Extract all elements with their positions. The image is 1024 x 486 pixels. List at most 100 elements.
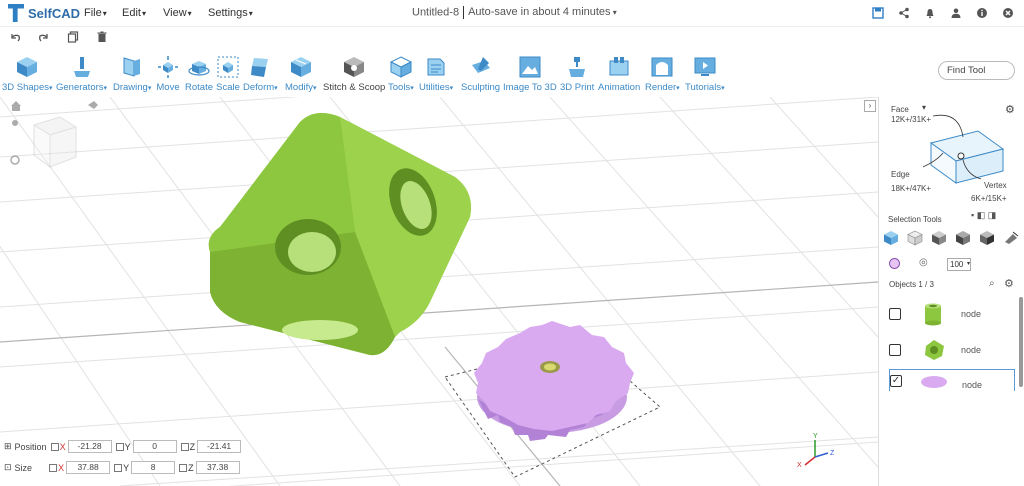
lock-z-checkbox[interactable] xyxy=(180,442,189,451)
menu-view[interactable]: View xyxy=(163,7,192,19)
size-x-input[interactable]: 37.88 xyxy=(66,461,111,474)
object-checkbox[interactable] xyxy=(889,308,901,320)
info-icon[interactable] xyxy=(975,6,988,19)
object-name: node xyxy=(962,380,983,390)
lock-x-checkbox[interactable] xyxy=(50,442,59,451)
object-row-selected[interactable]: ✓ node xyxy=(889,369,1015,391)
green-cube-object[interactable] xyxy=(208,113,471,356)
tool-modify[interactable]: Modify xyxy=(285,55,317,93)
autosave-status[interactable]: Auto-save in about 4 minutes xyxy=(468,6,617,18)
tool-scale[interactable]: Scale xyxy=(216,55,240,93)
3d-viewport[interactable]: Y Z X ⊞ Position X -21.28 Y 0 Z -21.41 ⊡… xyxy=(0,97,878,486)
view-orientation-cube[interactable] xyxy=(32,116,78,168)
lock-y-checkbox[interactable] xyxy=(115,442,124,451)
printer-icon xyxy=(565,55,589,79)
delete-icon[interactable] xyxy=(96,31,108,46)
tool-label: 3D Print xyxy=(560,82,595,93)
lock-y-checkbox[interactable] xyxy=(114,463,123,472)
tool-stitch-scoop[interactable]: Stitch & Scoop xyxy=(323,55,385,93)
tool-move[interactable]: Move xyxy=(156,55,180,93)
tool-3d-print[interactable]: 3D Print xyxy=(560,55,594,93)
right-panel: Face ▾ 12K+/31K+ ⚙ Edge 18K+/47K+ Vertex… xyxy=(878,97,1024,486)
tool-image-to-3d[interactable]: Image To 3D xyxy=(503,55,557,93)
position-z-input[interactable]: -21.41 xyxy=(197,440,242,453)
select-object-icon[interactable] xyxy=(883,230,899,246)
tool-generators[interactable]: Generators xyxy=(56,55,107,93)
tool-tutorials[interactable]: Tutorials xyxy=(685,55,725,93)
copy-icon[interactable] xyxy=(67,31,79,46)
document-title-area: Untitled-8 Auto-save in about 4 minutes xyxy=(412,6,617,19)
position-icon: ⊞ xyxy=(4,441,12,451)
object-row[interactable]: node xyxy=(889,299,1015,329)
position-x-input[interactable]: -21.28 xyxy=(67,440,112,453)
tool-sculpting[interactable]: Sculpting xyxy=(461,55,500,93)
edge-mode-label[interactable]: Edge xyxy=(891,170,910,179)
tool-label: Generators xyxy=(56,82,107,93)
object-row[interactable]: node xyxy=(889,335,1015,365)
user-icon[interactable] xyxy=(949,6,962,19)
search-icon[interactable]: ⌕ xyxy=(989,278,995,289)
find-tool-input[interactable]: Find Tool xyxy=(938,61,1015,80)
document-title[interactable]: Untitled-8 xyxy=(412,6,459,18)
cube-hole-bottom xyxy=(282,320,358,340)
undo-icon[interactable] xyxy=(9,31,21,46)
brush-select-icon[interactable] xyxy=(889,258,900,269)
selfcad-logo-icon xyxy=(8,4,24,22)
vertex-mode-label[interactable]: Vertex xyxy=(984,181,1007,190)
tool-rotate[interactable]: Rotate xyxy=(185,55,213,93)
axis-y: Y xyxy=(123,462,130,473)
face-dropdown-icon[interactable]: ▾ xyxy=(922,103,926,112)
menu-edit[interactable]: Edit xyxy=(122,7,146,19)
close-icon[interactable] xyxy=(1001,6,1014,19)
tool-3d-shapes[interactable]: 3D Shapes xyxy=(2,55,53,93)
bell-icon[interactable] xyxy=(923,6,936,19)
save-icon[interactable] xyxy=(871,6,884,19)
selection-mode-diagram[interactable] xyxy=(923,113,1013,188)
select-edge-icon[interactable] xyxy=(955,230,971,246)
collapse-panel-button[interactable]: › xyxy=(864,100,876,112)
tool-render[interactable]: Render xyxy=(645,55,680,93)
tool-label: Animation xyxy=(598,82,641,93)
brush-size-input[interactable]: 100 ▾ xyxy=(947,258,971,271)
paint-select-icon[interactable]: ◎ xyxy=(919,257,928,268)
select-face-icon[interactable] xyxy=(931,230,947,246)
history-toolbar xyxy=(0,28,1024,50)
home-view-icon[interactable] xyxy=(11,101,21,111)
tool-deform[interactable]: Deform xyxy=(243,55,278,93)
object-checkbox-checked[interactable]: ✓ xyxy=(890,374,902,387)
utilities-icon xyxy=(424,55,448,79)
brush-size-value: 100 xyxy=(950,260,964,269)
lock-x-checkbox[interactable] xyxy=(49,463,58,472)
axis-x: X xyxy=(59,441,66,452)
vertex-count: 6K+/15K+ xyxy=(971,194,1007,203)
select-wireframe-icon[interactable] xyxy=(907,230,923,246)
tool-tools[interactable]: Tools xyxy=(388,55,414,93)
share-icon[interactable] xyxy=(897,6,910,19)
purple-gear-object[interactable] xyxy=(474,321,634,441)
axis-y: Y xyxy=(124,441,131,452)
tool-label: Move xyxy=(156,82,180,93)
position-y-input[interactable]: 0 xyxy=(132,440,177,453)
menu-settings[interactable]: Settings xyxy=(208,7,253,19)
scene-canvas[interactable]: Y Z X xyxy=(0,97,878,486)
objects-scrollbar[interactable] xyxy=(1019,297,1023,387)
orbit-icon[interactable] xyxy=(12,120,18,126)
tool-utilities[interactable]: Utilities xyxy=(419,55,453,93)
tool-animation[interactable]: Animation xyxy=(598,55,640,93)
lock-z-checkbox[interactable] xyxy=(179,463,188,472)
select-paint-icon[interactable] xyxy=(1003,230,1019,246)
objects-settings-icon[interactable]: ⚙ xyxy=(1004,277,1014,290)
tool-label: Scale xyxy=(216,82,240,93)
menu-file[interactable]: File xyxy=(84,7,107,19)
face-mode-label[interactable]: Face xyxy=(891,105,909,114)
select-vertex-icon[interactable] xyxy=(979,230,995,246)
redo-icon[interactable] xyxy=(38,31,50,46)
small-mode-icons[interactable]: ▪ ◧ ◨ xyxy=(971,210,996,221)
object-checkbox[interactable] xyxy=(889,344,901,356)
app-logo[interactable]: SelfCAD xyxy=(8,4,80,22)
size-y-input[interactable]: 8 xyxy=(131,461,176,474)
camera-icon[interactable] xyxy=(10,155,20,165)
size-z-input[interactable]: 37.38 xyxy=(195,461,240,474)
light-icon[interactable] xyxy=(88,101,98,109)
tool-drawing[interactable]: Drawing xyxy=(113,55,151,93)
